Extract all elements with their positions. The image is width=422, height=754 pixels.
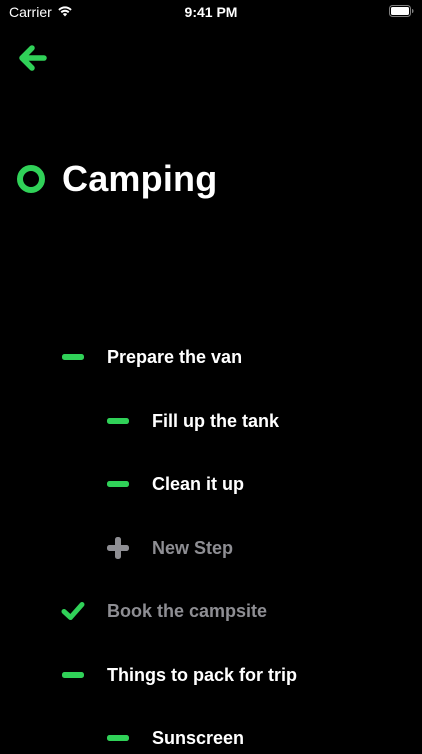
step-label: Prepare the van — [107, 346, 243, 367]
checkmark-icon[interactable] — [61, 599, 85, 623]
step-label: Fill up the tank — [152, 410, 280, 431]
list-header: Camping — [16, 152, 217, 206]
dash-icon[interactable] — [106, 409, 130, 433]
battery-icon — [389, 5, 414, 17]
step-label: Sunscreen — [152, 727, 245, 748]
step-things-to-pack-for-trip[interactable]: Things to pack for trip — [61, 659, 297, 691]
new-step-button[interactable]: New Step — [106, 532, 233, 564]
dash-icon[interactable] — [61, 663, 85, 687]
step-sunscreen[interactable]: Sunscreen — [106, 722, 244, 754]
step-label: Things to pack for trip — [107, 664, 298, 685]
circle-ring-icon[interactable] — [16, 164, 46, 194]
step-label: Book the campsite — [107, 600, 268, 621]
clock: 9:41 PM — [184, 4, 238, 20]
step-prepare-the-van[interactable]: Prepare the van — [61, 341, 242, 373]
dash-icon[interactable] — [61, 345, 85, 369]
page-title: Camping — [62, 158, 218, 199]
step-clean-it-up[interactable]: Clean it up — [106, 468, 244, 500]
dash-icon[interactable] — [106, 472, 130, 496]
arrow-left-icon — [19, 45, 47, 71]
step-label: New Step — [152, 537, 234, 558]
dash-icon[interactable] — [106, 726, 130, 750]
step-book-the-campsite[interactable]: Book the campsite — [61, 595, 267, 627]
plus-icon[interactable] — [106, 536, 130, 560]
back-button[interactable] — [14, 40, 50, 76]
status-bar: Carrier 9:41 PM — [0, 0, 422, 24]
step-fill-up-the-tank[interactable]: Fill up the tank — [106, 405, 279, 437]
step-label: Clean it up — [152, 473, 245, 494]
